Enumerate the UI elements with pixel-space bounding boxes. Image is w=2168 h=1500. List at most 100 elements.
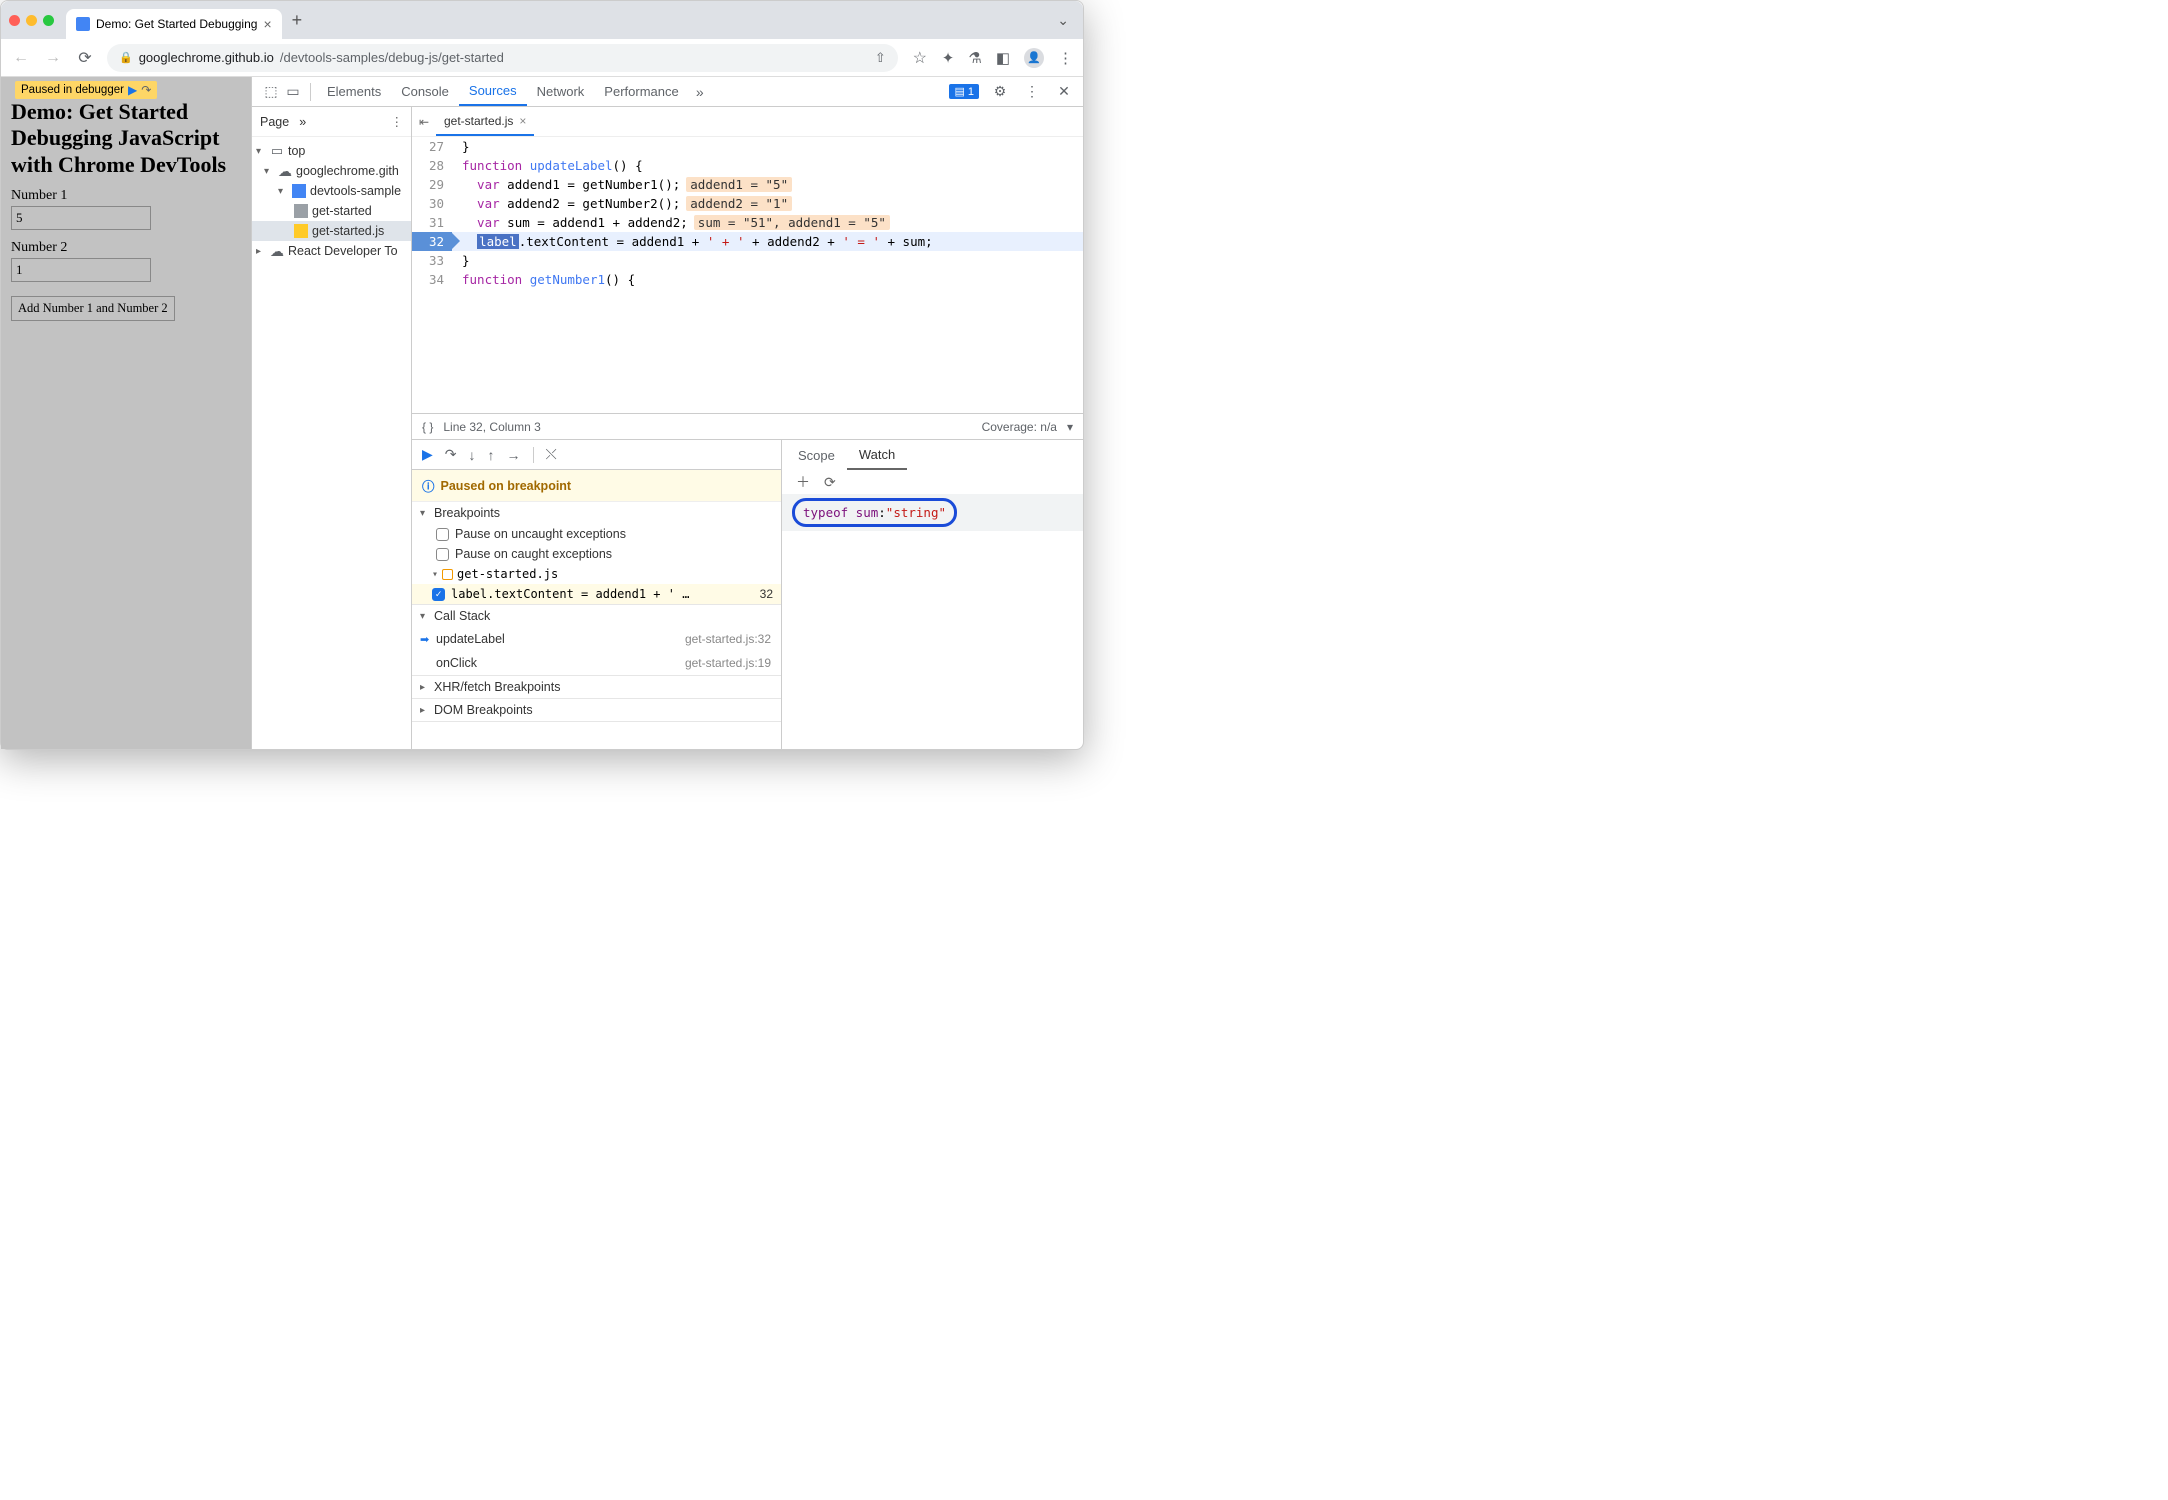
breakpoint-checkbox[interactable]: ✓ (432, 588, 445, 601)
file-icon (294, 204, 308, 218)
step-into-button[interactable]: ↓ (469, 447, 476, 463)
tree-file-html[interactable]: get-started (252, 201, 411, 221)
lock-icon: 🔒 (119, 51, 133, 64)
reload-button[interactable]: ⟳ (75, 48, 95, 68)
tab-console[interactable]: Console (391, 77, 459, 106)
add-button[interactable]: Add Number 1 and Number 2 (11, 296, 175, 321)
page-heading: Demo: Get Started Debugging JavaScript w… (11, 99, 241, 178)
device-toolbar-icon[interactable]: ▭ (282, 83, 304, 100)
tree-folder[interactable]: ▾devtools-sample (252, 181, 411, 201)
cloud-icon (270, 244, 284, 258)
new-tab-button[interactable]: + (292, 10, 303, 31)
url-input[interactable]: 🔒 googlechrome.github.io/devtools-sample… (107, 44, 898, 72)
tree-domain[interactable]: ▾googlechrome.gith (252, 161, 411, 181)
close-tab-icon[interactable]: × (263, 16, 271, 32)
bookmark-icon[interactable]: ☆ (910, 48, 930, 68)
tab-elements[interactable]: Elements (317, 77, 391, 106)
navigator-more-tabs-icon[interactable]: » (299, 115, 306, 129)
tree-react-ext[interactable]: ▸React Developer To (252, 241, 411, 261)
navigator-tab-page[interactable]: Page (260, 115, 289, 129)
editor-panel: ⇤ get-started.js × 27}28function updateL… (412, 107, 1083, 749)
resume-button[interactable]: ▶ (422, 446, 433, 463)
coverage-dropdown-icon[interactable]: ▾ (1067, 420, 1073, 434)
back-button[interactable]: ← (11, 49, 31, 67)
step-over-button[interactable]: ↷ (445, 446, 457, 463)
profile-avatar[interactable]: 👤 (1024, 48, 1044, 68)
rendered-page: Paused in debugger ▶ ↷ Demo: Get Started… (1, 77, 251, 749)
maximize-window-icon[interactable] (43, 15, 54, 26)
section-callstack[interactable]: ▾Call Stack (412, 605, 781, 627)
forward-button[interactable]: → (43, 49, 63, 67)
favicon-icon (76, 17, 90, 31)
section-dom[interactable]: ▸DOM Breakpoints (412, 699, 781, 721)
side-panel-icon[interactable]: ◧ (996, 49, 1010, 67)
pause-uncaught-checkbox[interactable]: Pause on uncaught exceptions (412, 524, 781, 544)
number2-input[interactable] (11, 258, 151, 282)
pretty-print-icon[interactable]: { } (422, 420, 433, 434)
tabs-dropdown-icon[interactable]: ⌄ (1057, 12, 1069, 29)
step-button[interactable]: → (507, 447, 521, 463)
tree-top[interactable]: ▾top (252, 141, 411, 161)
extension-icons: ✦ ⚗ ◧ 👤 ⋮ (942, 48, 1073, 68)
add-watch-icon[interactable]: ＋ (796, 472, 810, 492)
tree-file-js[interactable]: get-started.js (252, 221, 411, 241)
refresh-watch-icon[interactable]: ⟳ (824, 474, 836, 491)
devtools-menu-icon[interactable]: ⋮ (1021, 83, 1043, 100)
tab-scope[interactable]: Scope (786, 440, 847, 470)
section-breakpoints[interactable]: ▾Breakpoints (412, 502, 781, 524)
file-tree: ▾top ▾googlechrome.gith ▾devtools-sample… (252, 137, 411, 265)
paused-overlay-label: Paused in debugger (21, 84, 124, 96)
devtools: ⬚ ▭ Elements Console Sources Network Per… (251, 77, 1083, 749)
browser-tab[interactable]: Demo: Get Started Debugging × (66, 9, 282, 39)
watch-expression[interactable]: typeof sum: "string" (782, 494, 1083, 531)
settings-icon[interactable]: ⚙ (989, 83, 1011, 100)
devtools-tabs: ⬚ ▭ Elements Console Sources Network Per… (252, 77, 1083, 107)
stack-frame[interactable]: updateLabelget-started.js:32 (412, 627, 781, 651)
file-tab[interactable]: get-started.js × (436, 107, 534, 136)
labs-icon[interactable]: ⚗ (968, 49, 981, 67)
more-tabs-icon[interactable]: » (689, 84, 711, 100)
paused-overlay: Paused in debugger ▶ ↷ (15, 81, 157, 99)
breakpoint-marker-icon (442, 569, 453, 580)
tab-strip: Demo: Get Started Debugging × + ⌄ (1, 1, 1083, 39)
breakpoint-file[interactable]: ▾get-started.js (412, 564, 781, 584)
window-controls (9, 15, 54, 26)
tab-performance[interactable]: Performance (594, 77, 688, 106)
cloud-icon (278, 164, 292, 178)
issues-badge[interactable]: ▤ 1 (949, 84, 979, 99)
close-window-icon[interactable] (9, 15, 20, 26)
number2-label: Number 2 (11, 240, 241, 256)
pause-caught-checkbox[interactable]: Pause on caught exceptions (412, 544, 781, 564)
navigator-header: Page » ⋮ (252, 107, 411, 137)
navigator-menu-icon[interactable]: ⋮ (391, 114, 404, 129)
step-out-button[interactable]: ↑ (488, 447, 495, 463)
inspect-icon[interactable]: ⬚ (260, 83, 282, 100)
section-xhr[interactable]: ▸XHR/fetch Breakpoints (412, 676, 781, 698)
deactivate-breakpoints-button[interactable]: ⤬ (546, 446, 557, 463)
share-icon[interactable]: ⇧ (875, 50, 886, 66)
url-path: /devtools-samples/debug-js/get-started (280, 50, 504, 65)
extensions-icon[interactable]: ✦ (942, 49, 955, 67)
editor-status: { } Line 32, Column 3 Coverage: n/a ▾ (412, 413, 1083, 439)
cursor-position: Line 32, Column 3 (443, 420, 540, 434)
code-editor[interactable]: 27}28function updateLabel() {29 var adde… (412, 137, 1083, 413)
watch-highlight: typeof sum: "string" (792, 498, 957, 527)
url-host: googlechrome.github.io (139, 50, 274, 65)
watch-panel: Scope Watch ＋ ⟳ typeof sum: "string" (782, 440, 1083, 749)
number1-label: Number 1 (11, 188, 241, 204)
navigator-panel: Page » ⋮ ▾top ▾googlechrome.gith ▾devtoo… (252, 107, 412, 749)
close-file-icon[interactable]: × (519, 114, 526, 128)
collapse-navigator-icon[interactable]: ⇤ (412, 115, 436, 129)
resume-icon[interactable]: ▶ (128, 83, 137, 97)
frame-icon (270, 144, 284, 158)
tab-network[interactable]: Network (527, 77, 595, 106)
browser-menu-icon[interactable]: ⋮ (1058, 49, 1073, 67)
close-devtools-icon[interactable]: ✕ (1053, 83, 1075, 100)
number1-input[interactable] (11, 206, 151, 230)
tab-sources[interactable]: Sources (459, 77, 527, 106)
tab-watch[interactable]: Watch (847, 440, 907, 470)
minimize-window-icon[interactable] (26, 15, 37, 26)
breakpoint-entry[interactable]: ✓label.textContent = addend1 + ' …32 (412, 584, 781, 604)
stack-frame[interactable]: onClickget-started.js:19 (412, 651, 781, 675)
step-icon[interactable]: ↷ (141, 83, 151, 97)
